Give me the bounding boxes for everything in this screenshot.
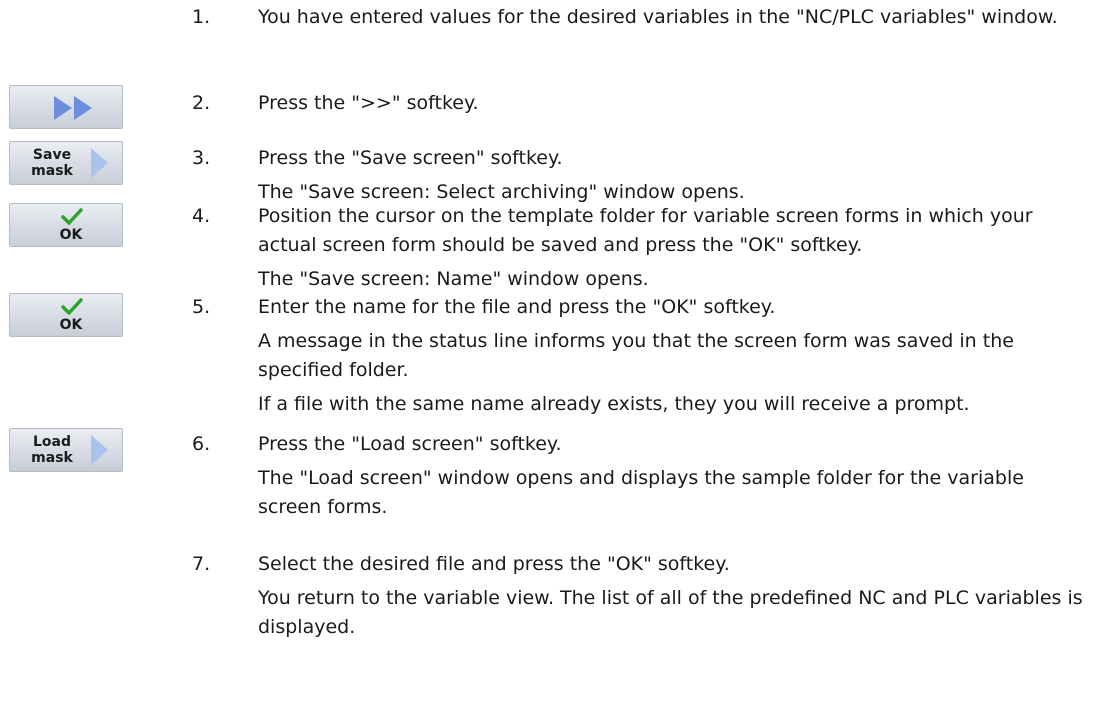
step-number: 1.	[192, 6, 211, 28]
step-text: Press the "Save screen" softkey. The "Sa…	[258, 144, 1088, 207]
step-result: The "Save screen: Name" window opens.	[258, 268, 649, 290]
arrow-right-icon	[91, 435, 108, 465]
step-text: Press the ">>" softkey.	[258, 89, 1088, 118]
checkmark-icon	[61, 298, 83, 315]
softkey-label: Load mask	[31, 434, 73, 466]
step-text: Select the desired file and press the "O…	[258, 550, 1088, 642]
step-instruction: Position the cursor on the template fold…	[258, 205, 1033, 256]
step-instruction: You have entered values for the desired …	[258, 6, 1058, 28]
step-number: 5.	[192, 296, 211, 318]
step-number: 3.	[192, 147, 211, 169]
step-instruction: Select the desired file and press the "O…	[258, 553, 730, 575]
step-number: 6.	[192, 433, 211, 455]
ok-softkey[interactable]: OK	[9, 203, 123, 247]
step-text: Position the cursor on the template fold…	[258, 202, 1088, 294]
load-mask-softkey[interactable]: Load mask	[9, 428, 123, 472]
step-result: The "Load screen" window opens and displ…	[258, 467, 1024, 518]
step-instruction: Press the "Load screen" softkey.	[258, 433, 562, 455]
step-instruction: Press the "Save screen" softkey.	[258, 147, 563, 169]
checkmark-icon	[61, 208, 83, 225]
step-instruction: Press the ">>" softkey.	[258, 92, 479, 114]
step-note: If a file with the same name already exi…	[258, 393, 970, 415]
step-result: You return to the variable view. The lis…	[258, 587, 1083, 638]
ok-softkey[interactable]: OK	[9, 293, 123, 337]
softkey-label: Save mask	[31, 147, 73, 179]
step-result: A message in the status line informs you…	[258, 330, 1014, 381]
step-number: 2.	[192, 92, 211, 114]
arrow-right-icon	[91, 148, 108, 178]
step-text: Enter the name for the file and press th…	[258, 293, 1088, 419]
step-instruction: Enter the name for the file and press th…	[258, 296, 776, 318]
step-number: 7.	[192, 553, 211, 575]
save-mask-softkey[interactable]: Save mask	[9, 141, 123, 185]
step-text: You have entered values for the desired …	[258, 3, 1088, 32]
softkey-label: OK	[59, 317, 83, 333]
softkey-label: OK	[59, 227, 83, 243]
forward-softkey[interactable]	[9, 85, 123, 129]
double-arrow-right-icon	[54, 96, 92, 120]
step-number: 4.	[192, 205, 211, 227]
step-text: Press the "Load screen" softkey. The "Lo…	[258, 430, 1088, 522]
